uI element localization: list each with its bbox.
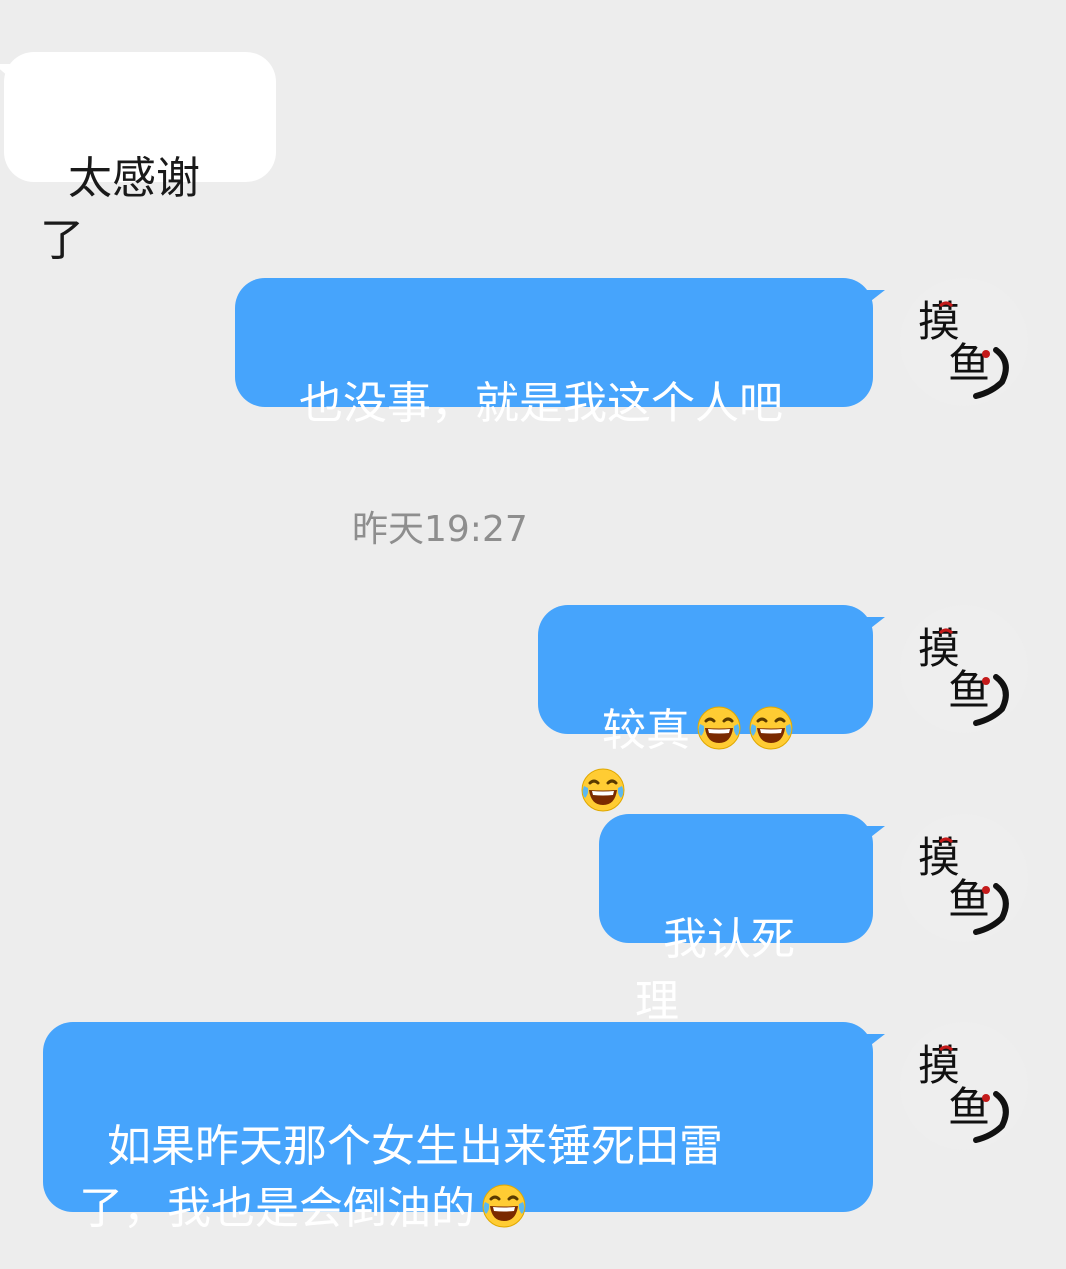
fish-avatar-icon	[900, 814, 1028, 942]
message-bubble-received[interactable]: 太感谢了	[0, 52, 276, 266]
message-text: 我认死理	[635, 914, 795, 1027]
message-bubble-sent[interactable]: 如果昨天那个女生出来锤死田雷 了，我也是会倒油的	[43, 1022, 885, 1234]
fish-avatar-icon	[900, 605, 1028, 733]
avatar[interactable]	[900, 1022, 1028, 1150]
laughing-crying-emoji-icon	[481, 1183, 527, 1229]
avatar[interactable]	[900, 814, 1028, 942]
message-bubble-sent[interactable]: 较真	[538, 605, 885, 734]
message-bubble-sent[interactable]: 我认死理	[599, 814, 885, 1027]
message-text: 如果昨天那个女生出来锤死田雷 了，我也是会倒油的	[79, 1121, 723, 1234]
timestamp: 昨天19:27	[352, 509, 528, 550]
message-text: 也没事，就是我这个人吧	[298, 378, 783, 429]
fish-avatar-icon	[900, 278, 1028, 406]
laughing-crying-emoji-icon	[748, 705, 794, 751]
message-text: 太感谢了	[40, 153, 200, 266]
message-text: 较真	[601, 705, 690, 756]
laughing-crying-emoji-icon	[696, 705, 742, 751]
avatar[interactable]	[900, 605, 1028, 733]
message-bubble-sent[interactable]: 也没事，就是我这个人吧	[235, 278, 885, 429]
avatar[interactable]	[900, 278, 1028, 406]
fish-avatar-icon	[900, 1022, 1028, 1150]
laughing-crying-emoji-icon	[580, 767, 626, 813]
